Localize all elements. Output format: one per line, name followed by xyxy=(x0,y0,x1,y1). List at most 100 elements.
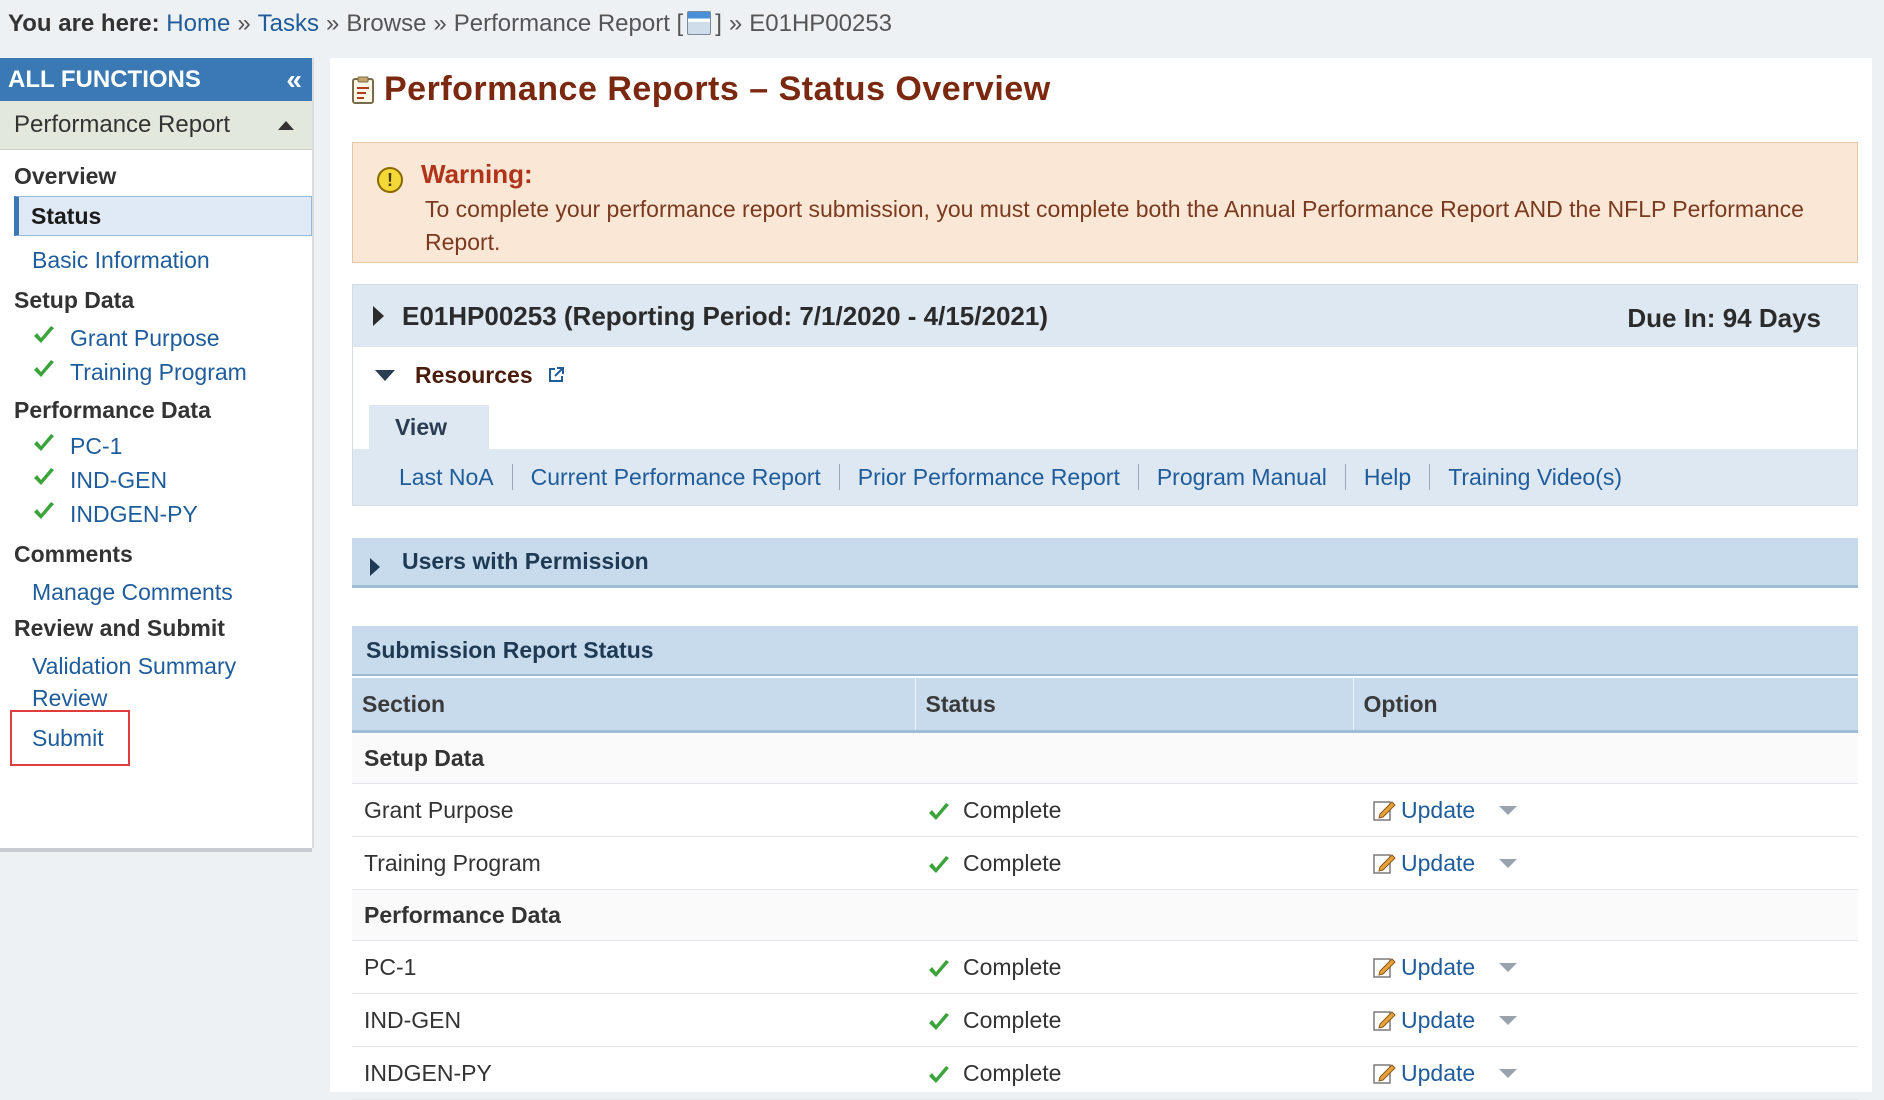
section-cell: IND-GEN xyxy=(352,993,915,1047)
due-in-label: Due In: 94 Days xyxy=(1627,303,1821,333)
update-link[interactable]: Update xyxy=(1401,850,1475,877)
breadcrumb-report-close: ] xyxy=(715,10,722,37)
edit-pencil-icon[interactable] xyxy=(1371,1007,1397,1033)
chevron-down-icon[interactable] xyxy=(1499,1068,1518,1078)
breadcrumb: You are here: Home» Tasks» Browse» Performa… xyxy=(8,10,893,37)
edit-pencil-icon[interactable] xyxy=(1371,797,1397,823)
edit-pencil-icon[interactable] xyxy=(1371,850,1397,876)
chevron-down-icon[interactable] xyxy=(1499,805,1518,815)
sidebar: ALL FUNCTIONS « Performance Report Overv… xyxy=(0,58,314,852)
green-checkmark-icon xyxy=(929,1013,949,1030)
section-cell: Grant Purpose xyxy=(352,783,915,837)
column-header-section: Section xyxy=(352,678,915,733)
breadcrumb-home-link[interactable]: Home xyxy=(166,10,230,37)
edit-pencil-icon[interactable] xyxy=(1371,954,1397,980)
green-checkmark-icon xyxy=(34,434,54,451)
sidebar-item-label: INDGEN-PY xyxy=(70,501,198,527)
link-training-videos[interactable]: Training Video(s) xyxy=(1429,464,1640,490)
sidebar-subheader-title: Performance Report xyxy=(14,111,231,138)
warning-exclamation-icon: ! xyxy=(377,167,403,193)
users-with-permission-label: Users with Permission xyxy=(402,548,649,574)
reporting-period-title: E01HP00253 (Reporting Period: 7/1/2020 -… xyxy=(402,300,1048,331)
table-row: IND-GEN Complete Update xyxy=(352,993,1858,1047)
sidebar-item-status[interactable]: Status xyxy=(14,196,312,236)
sidebar-subheader[interactable]: Performance Report xyxy=(0,101,312,150)
sidebar-item-indgen-py[interactable]: INDGEN-PY xyxy=(0,494,312,534)
section-cell: Training Program xyxy=(352,836,915,890)
edit-pencil-icon[interactable] xyxy=(1371,1060,1397,1086)
table-row: Grant Purpose Complete Update xyxy=(352,783,1858,837)
table-row: PC-1 Complete Update xyxy=(352,940,1858,994)
nav-group-review-and-submit: Review and Submit xyxy=(14,615,225,641)
group-label: Performance Data xyxy=(352,889,1858,941)
status-text: Complete xyxy=(963,796,1062,823)
expand-right-icon[interactable] xyxy=(370,557,380,576)
resources-toggle[interactable]: Resources xyxy=(353,347,1857,403)
green-checkmark-icon xyxy=(34,502,54,519)
nav-group-setup-data: Setup Data xyxy=(14,287,135,313)
warning-box: ! Warning: To complete your performance … xyxy=(352,142,1858,263)
status-text: Complete xyxy=(963,1006,1062,1033)
chevron-down-icon[interactable] xyxy=(1499,858,1518,868)
update-link[interactable]: Update xyxy=(1401,954,1475,981)
link-last-noa[interactable]: Last NoA xyxy=(399,464,512,490)
section-cell: PC-1 xyxy=(352,940,915,994)
reporting-period-header[interactable]: E01HP00253 (Reporting Period: 7/1/2020 -… xyxy=(353,285,1857,347)
warning-title: Warning: xyxy=(421,159,533,189)
resource-links-bar: Last NoA Current Performance Report Prio… xyxy=(353,449,1857,505)
submission-status-table: Section Status Option Setup Data Grant P… xyxy=(352,678,1858,1100)
status-text: Complete xyxy=(963,849,1062,876)
table-row: Training Program Complete Update xyxy=(352,836,1858,890)
nav-group-comments: Comments xyxy=(14,541,133,567)
users-with-permission-bar[interactable]: Users with Permission xyxy=(352,538,1858,588)
collapse-down-icon[interactable] xyxy=(375,369,395,381)
resources-label: Resources xyxy=(415,361,533,388)
double-chevron-left-icon[interactable]: « xyxy=(286,65,302,94)
chevron-down-icon[interactable] xyxy=(1499,1015,1518,1025)
expand-right-icon[interactable] xyxy=(373,306,384,326)
breadcrumb-report: Performance Report [ xyxy=(453,10,684,37)
status-text: Complete xyxy=(963,953,1062,980)
green-checkmark-icon xyxy=(929,803,949,820)
update-link[interactable]: Update xyxy=(1401,797,1475,824)
link-prior-performance-report[interactable]: Prior Performance Report xyxy=(838,464,1138,490)
window-icon[interactable] xyxy=(687,11,712,35)
column-header-option: Option xyxy=(1352,678,1858,733)
sidebar-item-submit[interactable]: Submit xyxy=(10,710,130,766)
sidebar-header-title: ALL FUNCTIONS xyxy=(8,65,201,93)
page-title-text: Performance Reports – Status Overview xyxy=(384,70,1051,108)
green-checkmark-icon xyxy=(34,468,54,485)
update-link[interactable]: Update xyxy=(1401,1060,1475,1087)
green-checkmark-icon xyxy=(34,326,54,343)
sidebar-item-training-program[interactable]: Training Program xyxy=(0,352,312,392)
sidebar-header: ALL FUNCTIONS « xyxy=(0,58,312,101)
update-link[interactable]: Update xyxy=(1401,1007,1475,1034)
sidebar-item-manage-comments[interactable]: Manage Comments xyxy=(0,572,312,612)
external-link-icon[interactable] xyxy=(547,366,565,384)
table-group-row: Performance Data xyxy=(352,889,1858,941)
green-checkmark-icon xyxy=(929,1066,949,1083)
breadcrumb-browse: Browse xyxy=(346,10,427,37)
collapse-up-icon[interactable] xyxy=(278,120,294,130)
status-text: Complete xyxy=(963,1059,1062,1086)
chevron-down-icon[interactable] xyxy=(1499,962,1518,972)
breadcrumb-current: E01HP00253 xyxy=(749,10,893,37)
clipboard-report-icon xyxy=(352,76,374,104)
sidebar-item-basic-information[interactable]: Basic Information xyxy=(0,240,312,280)
link-help[interactable]: Help xyxy=(1344,464,1429,490)
sidebar-bottom-divider xyxy=(0,848,312,852)
link-current-performance-report[interactable]: Current Performance Report xyxy=(511,464,839,490)
column-header-status: Status xyxy=(914,678,1353,733)
tab-view[interactable]: View xyxy=(369,405,489,449)
sidebar-item-label: Training Program xyxy=(70,359,247,385)
submission-report-status-title: Submission Report Status xyxy=(352,626,1858,676)
group-label: Setup Data xyxy=(352,731,1858,784)
link-program-manual[interactable]: Program Manual xyxy=(1137,464,1345,490)
warning-text: To complete your performance report subm… xyxy=(425,196,1804,255)
breadcrumb-lead: You are here: xyxy=(8,10,160,37)
table-header-row: Section Status Option xyxy=(352,678,1858,733)
green-checkmark-icon xyxy=(929,960,949,977)
nav-group-overview: Overview xyxy=(14,163,117,189)
nav-group-performance-data: Performance Data xyxy=(14,397,211,423)
breadcrumb-tasks-link[interactable]: Tasks xyxy=(258,10,319,37)
